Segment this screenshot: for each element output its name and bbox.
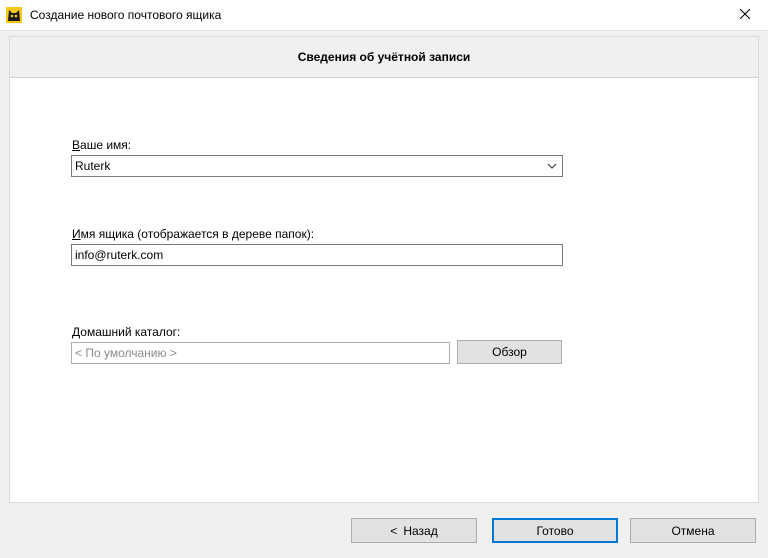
mailbox-value: info@ruterk.com	[75, 248, 164, 262]
title-bar[interactable]: Создание нового почтового ящика	[0, 0, 768, 31]
home-dir-placeholder: < По умолчанию >	[75, 346, 177, 360]
mailbox-label-accesskey: И	[72, 227, 81, 241]
panel-header: Сведения об учётной записи	[10, 37, 758, 78]
back-button[interactable]: < Назад	[351, 518, 477, 543]
cat-app-icon	[6, 7, 22, 23]
home-dir-input[interactable]: < По умолчанию >	[71, 342, 450, 364]
close-icon	[739, 8, 751, 22]
dialog-window: Создание нового почтового ящика Сведения…	[0, 0, 768, 558]
window-title: Создание нового почтового ящика	[30, 8, 222, 22]
home-dir-label: Домашний каталог:	[72, 325, 180, 339]
done-button[interactable]: Готово	[492, 518, 618, 543]
chevron-down-icon[interactable]	[546, 160, 558, 172]
mailbox-name-input[interactable]: info@ruterk.com	[71, 244, 563, 266]
name-label: Ваше имя:	[72, 138, 131, 152]
mailbox-label-text: мя ящика (отображается в дереве папок):	[80, 227, 315, 241]
name-value: Ruterk	[75, 159, 111, 173]
back-label: Назад	[403, 523, 438, 538]
browse-button[interactable]: Обзор	[457, 340, 562, 364]
cancel-button[interactable]: Отмена	[630, 518, 756, 543]
name-label-accesskey: В	[72, 138, 81, 152]
close-button[interactable]	[722, 0, 768, 30]
mailbox-label: Имя ящика (отображается в дереве папок):	[72, 227, 314, 241]
back-arrow-icon: <	[390, 523, 398, 538]
name-label-text: аше имя:	[80, 138, 132, 152]
name-combobox[interactable]: Ruterk	[71, 155, 563, 177]
home-label-text: омашний каталог:	[80, 325, 181, 339]
account-info-panel: Сведения об учётной записи Ваше имя: Rut…	[9, 36, 759, 503]
